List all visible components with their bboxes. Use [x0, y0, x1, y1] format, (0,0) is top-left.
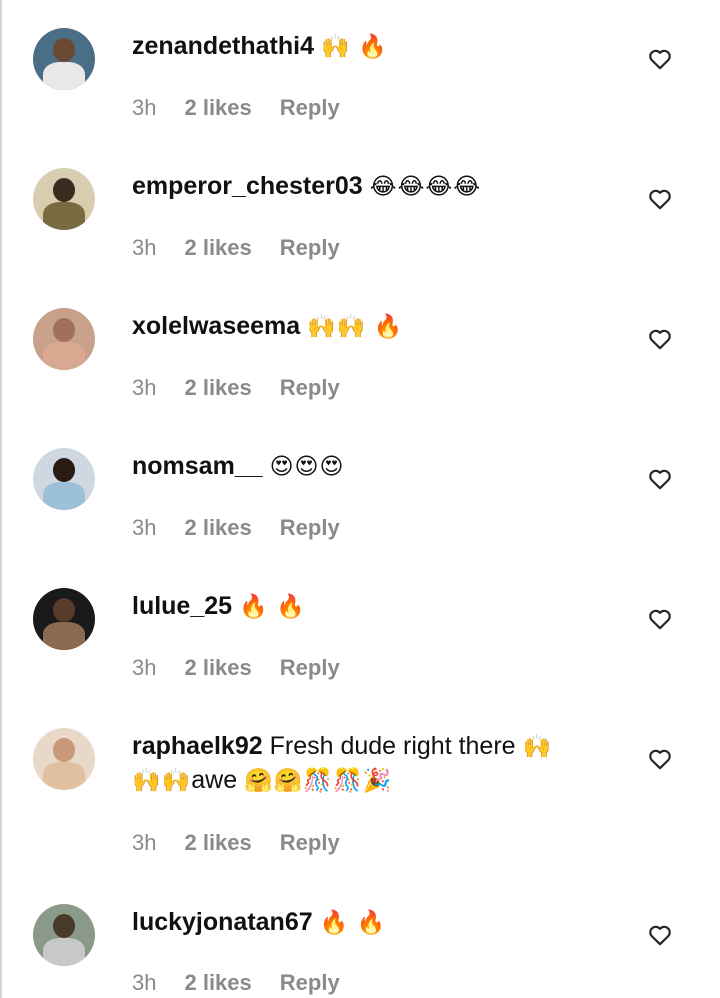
username-link[interactable]: zenandethathi4 [132, 32, 314, 60]
username-link[interactable]: luckyjonatan67 [132, 908, 313, 936]
comment-emoji: 🙌 [522, 733, 553, 759]
likes-count[interactable]: 2 likes [184, 235, 251, 261]
likes-count[interactable]: 2 likes [184, 830, 251, 856]
reply-button[interactable]: Reply [280, 375, 340, 401]
like-heart-icon[interactable] [647, 186, 673, 212]
comment-meta: 3h 2 likes Reply [132, 235, 340, 261]
username-link[interactable]: nomsam__ [132, 452, 263, 480]
comment-text: raphaelk92 Fresh dude right there 🙌 🙌🙌aw… [132, 729, 612, 797]
comment-emoji: 🙌 🔥 [320, 33, 388, 59]
reply-button[interactable]: Reply [280, 655, 340, 681]
comment-emoji: 🙌🙌 🔥 [307, 313, 404, 339]
like-heart-icon[interactable] [647, 46, 673, 72]
likes-count[interactable]: 2 likes [184, 655, 251, 681]
comment-emoji: 🔥 🔥 [239, 593, 306, 619]
likes-count[interactable]: 2 likes [184, 515, 251, 541]
likes-count[interactable]: 2 likes [184, 375, 251, 401]
reply-button[interactable]: Reply [280, 235, 340, 261]
comment-emoji: 🙌🙌 [132, 767, 192, 793]
comment-emoji: 😍😍😍 [269, 453, 345, 479]
comment-meta: 3h 2 likes Reply [132, 515, 340, 541]
like-heart-icon[interactable] [647, 922, 673, 948]
avatar[interactable] [33, 904, 95, 966]
avatar[interactable] [33, 448, 95, 510]
comment-meta: 3h 2 likes Reply [132, 375, 340, 401]
comment-time: 3h [132, 970, 157, 995]
avatar[interactable] [33, 728, 95, 790]
username-link[interactable]: raphaelk92 [132, 732, 263, 760]
comment-meta: 3h 2 likes Reply [132, 655, 340, 681]
comment-emoji: 🔥 🔥 [319, 909, 387, 935]
likes-count[interactable]: 2 likes [184, 970, 251, 996]
reply-button[interactable]: Reply [280, 95, 340, 121]
like-heart-icon[interactable] [647, 466, 673, 492]
reply-button[interactable]: Reply [280, 830, 340, 856]
comment-body: awe [191, 766, 238, 794]
username-link[interactable]: xolelwaseema [132, 312, 300, 340]
avatar[interactable] [33, 308, 95, 370]
comment-text: lulue_25 🔥 🔥 [132, 589, 612, 623]
comment-time: 3h [132, 95, 157, 120]
comment-body: Fresh dude right there [269, 732, 516, 760]
comment-time: 3h [132, 655, 157, 680]
comment-meta: 3h 2 likes Reply [132, 830, 340, 856]
likes-count[interactable]: 2 likes [184, 95, 251, 121]
reply-button[interactable]: Reply [280, 970, 340, 996]
avatar[interactable] [33, 168, 95, 230]
avatar[interactable] [33, 588, 95, 650]
comment-text: zenandethathi4 🙌 🔥 [132, 29, 612, 63]
comment-text: xolelwaseema 🙌🙌 🔥 [132, 309, 612, 343]
like-heart-icon[interactable] [647, 746, 673, 772]
comment-emoji: 😂😂😂😂 [369, 173, 482, 199]
like-heart-icon[interactable] [647, 606, 673, 632]
reply-button[interactable]: Reply [280, 515, 340, 541]
like-heart-icon[interactable] [647, 326, 673, 352]
username-link[interactable]: lulue_25 [132, 592, 232, 620]
comment-time: 3h [132, 515, 157, 540]
comment-emoji: 🤗🤗🎊🎊🎉 [244, 767, 393, 793]
left-border [0, 0, 2, 998]
comment-text: nomsam__ 😍😍😍 [132, 449, 612, 483]
comment-text: luckyjonatan67 🔥 🔥 [132, 905, 612, 939]
comment-time: 3h [132, 375, 157, 400]
comment-time: 3h [132, 235, 157, 260]
comment-text: emperor_chester03 😂😂😂😂 [132, 169, 612, 203]
username-link[interactable]: emperor_chester03 [132, 172, 363, 200]
avatar[interactable] [33, 28, 95, 90]
comment-meta: 3h 2 likes Reply [132, 970, 340, 996]
comment-time: 3h [132, 830, 157, 855]
comment-meta: 3h 2 likes Reply [132, 95, 340, 121]
